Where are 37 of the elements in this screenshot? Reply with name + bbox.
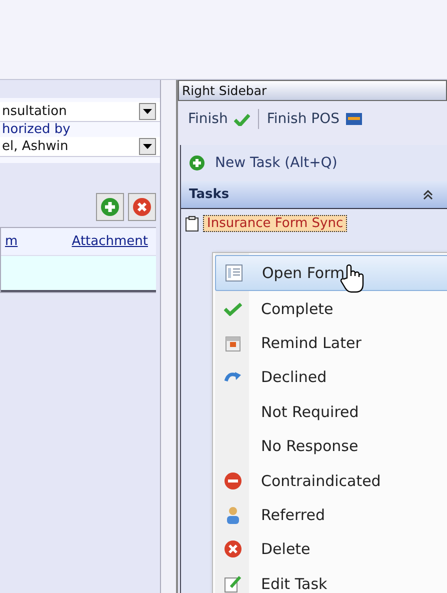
plus-icon xyxy=(189,155,205,171)
sidebar-title: Right Sidebar xyxy=(182,83,267,98)
menu-item[interactable]: No Response xyxy=(215,428,447,464)
delete-icon xyxy=(224,540,242,558)
chevron-icon[interactable] xyxy=(423,190,433,200)
toolbar-button[interactable]: Finish xyxy=(186,109,252,129)
menu-item[interactable]: Referred xyxy=(215,498,447,532)
provider-combo[interactable]: el, Ashwin xyxy=(0,137,160,157)
column-header[interactable]: Attachment xyxy=(72,234,148,249)
menu-item[interactable]: Not Required xyxy=(215,394,447,429)
section-title: Tasks xyxy=(189,187,230,202)
person-icon xyxy=(225,506,241,524)
menu-item[interactable]: Declined xyxy=(215,360,447,395)
task-item[interactable]: Insurance Form Sync xyxy=(203,215,348,232)
add-button[interactable] xyxy=(96,193,124,221)
menu-item[interactable]: Contraindicated xyxy=(215,463,447,498)
card-icon xyxy=(346,113,362,125)
clipboard-icon xyxy=(185,216,199,232)
check-icon xyxy=(224,302,242,316)
new-task-button[interactable]: New Task (Alt+Q) xyxy=(181,145,346,181)
form-icon xyxy=(225,264,243,282)
authorized-label: horized by xyxy=(1,122,72,137)
menu-item[interactable]: Complete xyxy=(215,291,447,326)
no-entry-icon xyxy=(224,472,242,490)
remove-button[interactable] xyxy=(128,193,156,221)
tasks-section-header[interactable]: Tasks xyxy=(181,181,447,209)
menu-item[interactable]: Open Form xyxy=(215,255,447,292)
column-header[interactable]: m xyxy=(5,234,18,249)
type-combo[interactable]: nsultation xyxy=(0,102,160,122)
check-icon xyxy=(234,112,250,126)
toolbar-button[interactable]: Finish POS xyxy=(264,109,364,129)
edit-icon xyxy=(224,574,242,593)
table-row[interactable] xyxy=(1,256,156,292)
menu-item[interactable]: Remind Later xyxy=(215,326,447,360)
menu-item[interactable]: Edit Task xyxy=(215,566,447,593)
calendar-icon xyxy=(224,334,242,352)
menu-item[interactable]: Delete xyxy=(215,532,447,567)
